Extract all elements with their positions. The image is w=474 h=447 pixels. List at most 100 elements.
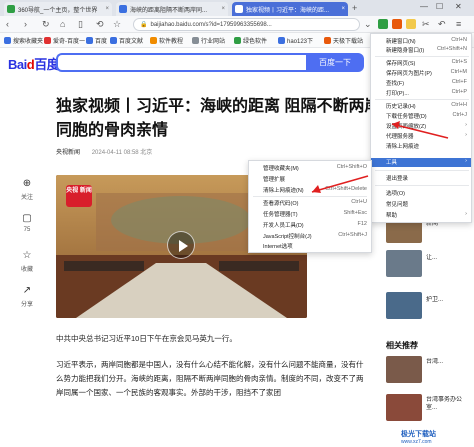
bookmark-label: 爱奇-百度一	[53, 39, 85, 45]
collect-action[interactable]: ☆ 收藏	[14, 250, 40, 273]
menu-item-new-window[interactable]: 新建窗口(N) Ctrl+N	[371, 37, 471, 46]
bookmark-item[interactable]: 天极下载站	[324, 36, 363, 45]
menu-divider	[375, 56, 469, 57]
bookmark-icon	[86, 37, 93, 44]
article-date: 2024-04-11 08:58	[91, 150, 139, 156]
address-bar[interactable]: 🔒 baijiahao.baidu.com/s?id=17959963355698…	[133, 18, 360, 31]
article-source[interactable]: 央视新闻	[56, 150, 80, 156]
bookmark-item[interactable]: 绿色软件	[234, 36, 267, 45]
related-text[interactable]: 护卫...	[426, 296, 470, 304]
forward-icon[interactable]: ›	[24, 19, 27, 29]
related-text[interactable]: 台湾事务办公室...	[426, 396, 470, 412]
logo-text: Bai	[8, 57, 27, 72]
search-input[interactable]	[56, 53, 306, 72]
bookmark-item[interactable]: 百度文献	[110, 36, 143, 45]
submenu-item-internet-options[interactable]: Internet选项	[249, 242, 371, 251]
menu-item-zoom[interactable]: 设置页面缩放(Z) ›	[371, 122, 471, 131]
scissors-icon[interactable]: ✂	[422, 19, 430, 29]
related-thumb[interactable]	[386, 356, 422, 383]
menu-item-help[interactable]: 帮助 ›	[371, 211, 471, 220]
related-text[interactable]: 台湾...	[426, 358, 470, 366]
menu-divider	[375, 185, 469, 186]
menu-item-proxy[interactable]: 代理服务器 ›	[371, 132, 471, 141]
related-thumb[interactable]	[386, 250, 422, 277]
menu-icon[interactable]: ≡	[456, 19, 461, 29]
minimize-icon[interactable]: —	[420, 2, 428, 11]
close-window-icon[interactable]: ✕	[455, 2, 462, 11]
browser-main-menu: 新建窗口(N) Ctrl+N 新建隐身窗口(I) Ctrl+Shift+N 保存网页…	[370, 33, 472, 223]
tab-favicon-icon	[235, 5, 243, 13]
bookmark-item[interactable]: 百度	[86, 36, 107, 45]
bookmark-item[interactable]: 软件教程	[150, 36, 183, 45]
baidu-logo[interactable]: Baid百度	[8, 54, 60, 73]
close-icon[interactable]: ×	[103, 6, 109, 12]
menu-item-options[interactable]: 选项(O)	[371, 189, 471, 198]
extension-icon[interactable]	[392, 19, 402, 29]
menu-item-history[interactable]: 历史记录(H) Ctrl+H	[371, 102, 471, 111]
bookmark-item[interactable]: hao123下	[278, 36, 313, 45]
tab-favicon-icon	[7, 5, 15, 13]
submenu-item-js-console[interactable]: JavaScript控制台(J) Ctrl+Shift+J	[249, 232, 371, 241]
tab-active-article[interactable]: 独家视频丨习近平：海峡的距... ×	[232, 2, 348, 16]
article-lead: 中共中央总书记习近平10日下午在京会见马英九一行。	[56, 334, 237, 343]
related-thumb[interactable]	[386, 292, 422, 319]
menu-divider	[375, 99, 469, 100]
menu-item-find[interactable]: 查找(F) Ctrl+F	[371, 79, 471, 88]
submenu-item-devtools[interactable]: 开发人员工具(D) F12	[249, 221, 371, 230]
close-icon[interactable]: ×	[219, 6, 225, 12]
undo-icon[interactable]: ↶	[438, 19, 446, 29]
tab-360-nav[interactable]: 360导航_一个主页，整个世界 ×	[4, 2, 112, 16]
cctv-news-badge: 央视 新闻	[66, 185, 92, 207]
menu-item-downloads[interactable]: 下载任务管理(D) Ctrl+J	[371, 112, 471, 121]
related-text[interactable]: 让...	[426, 254, 470, 262]
bookmark-label: 绿色软件	[243, 39, 268, 45]
bookmark-item[interactable]: 搜索收藏夹	[4, 36, 43, 45]
menu-item-tools[interactable]: 工具 ›	[371, 158, 471, 167]
star-icon: ☆	[22, 250, 32, 261]
navigation-toolbar: ‹ › ↻ ⌂ ▯ ⟲ ☆ 🔒 baijiahao.baidu.com/s?id=…	[0, 16, 474, 33]
tab-label: 独家视频丨习近平：海峡的距...	[246, 7, 330, 14]
menu-item-faq[interactable]: 常见问题	[371, 200, 471, 209]
extension-icon[interactable]	[378, 19, 388, 29]
back-icon[interactable]: ‹	[6, 19, 9, 29]
follow-action[interactable]: ⊕ 关注	[14, 178, 40, 201]
related-thumb[interactable]	[386, 394, 422, 421]
home-icon[interactable]: ⌂	[60, 19, 65, 29]
menu-item-save-page[interactable]: 保存网页(S) Ctrl+S	[371, 59, 471, 68]
menu-item-logout[interactable]: 退出登录	[371, 174, 471, 183]
close-icon[interactable]: ×	[339, 6, 345, 12]
menu-item-save-as-image[interactable]: 保存网页为图片(P) Ctrl+M	[371, 69, 471, 78]
article-title: 独家视频丨习近平：海峡的距离 阻隔不断两岸同胞的骨肉亲情	[56, 98, 381, 139]
article-paragraph: 习近平表示，两岸同胞都是中国人，没有什么心结不能化解，没有什么问题不能商量，没有…	[56, 360, 364, 397]
submenu-item-view-source[interactable]: 查看源代码(O) Ctrl+U	[249, 199, 371, 208]
share-action[interactable]: ↗ 分享	[14, 285, 40, 308]
submenu-item-task-manager[interactable]: 任务管理器(T) Shift+Esc	[249, 210, 371, 219]
submenu-item-clear-traces[interactable]: 清除上网痕迹(N) Ctrl+Shift+Delete	[249, 186, 371, 195]
tab-label: 360导航_一个主页，整个世界	[18, 7, 98, 14]
bookmark-star-icon[interactable]: ☆	[113, 19, 121, 29]
menu-item-print[interactable]: 打印(P)... Ctrl+P	[371, 89, 471, 98]
sidebar-icon[interactable]: ▯	[78, 19, 83, 29]
extension-icon[interactable]	[406, 19, 416, 29]
bookmark-label: 行业网站	[201, 39, 226, 45]
address-dropdown-icon[interactable]: ⌄	[364, 19, 372, 29]
new-tab-icon[interactable]: +	[352, 3, 357, 13]
tab-strait-article[interactable]: 海峡的距离阻隔不断两岸同... ×	[116, 2, 228, 16]
play-icon[interactable]	[167, 231, 195, 259]
menu-item-new-incognito[interactable]: 新建隐身窗口(I) Ctrl+Shift+N	[371, 46, 471, 55]
article-meta: 央视新闻 2024-04-11 08:58 北京	[56, 147, 152, 156]
menu-item-clear-traces[interactable]: 清除上网痕迹	[371, 142, 471, 151]
bookmark-item[interactable]: 行业网站	[192, 36, 225, 45]
article-location: 北京	[140, 150, 153, 156]
bookmark-item[interactable]: 爱奇-百度一	[44, 36, 85, 45]
submenu-item-manage-extensions[interactable]: 管理扩展	[249, 175, 371, 184]
bookmark-icon	[150, 37, 157, 44]
sync-icon[interactable]: ⟲	[96, 19, 104, 29]
comment-action[interactable]: ▢ 75	[14, 213, 40, 233]
maximize-icon[interactable]: ☐	[436, 2, 443, 11]
submenu-item-manage-favorites[interactable]: 管理收藏夹(M) Ctrl+Shift+O	[249, 164, 371, 173]
bookmark-icon	[234, 37, 241, 44]
tab-strip: 360导航_一个主页，整个世界 × 海峡的距离阻隔不断两岸同... × 独家视频…	[0, 0, 474, 16]
refresh-icon[interactable]: ↻	[42, 19, 50, 29]
search-button[interactable]: 百度一下	[306, 53, 364, 72]
